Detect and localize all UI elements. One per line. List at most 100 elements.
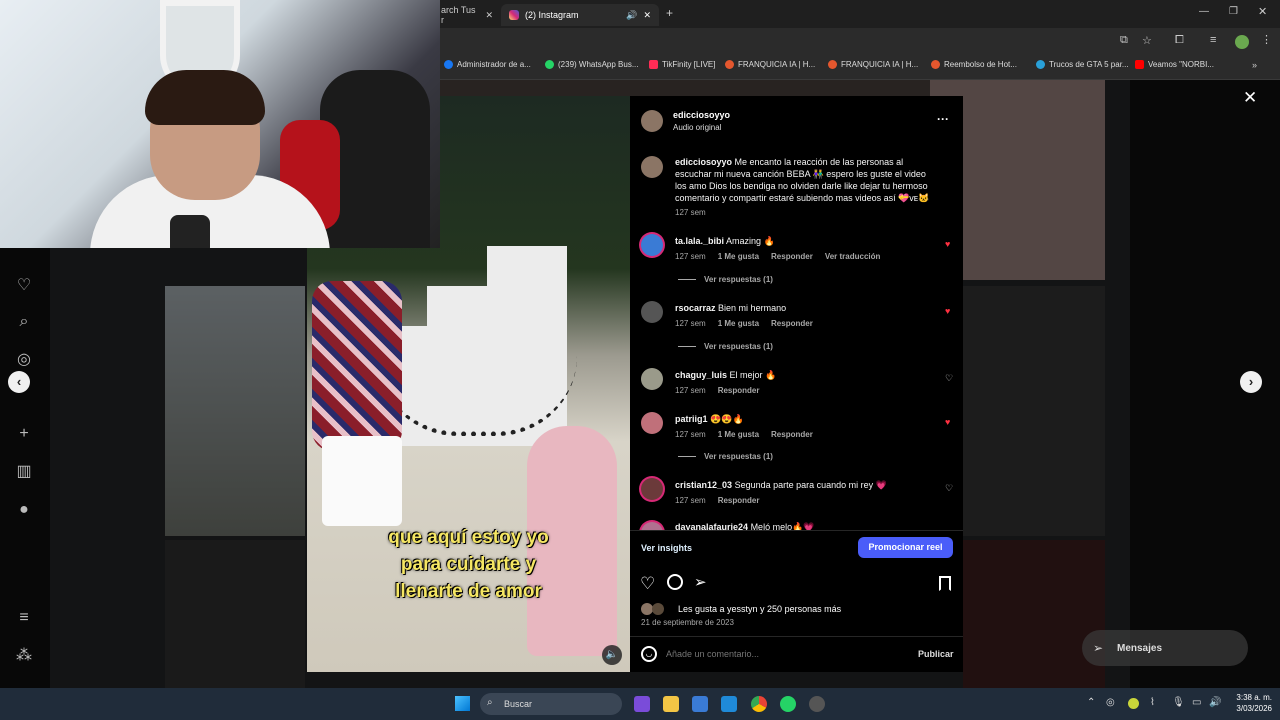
bookmark-item[interactable]: Reembolso de Hot... [931, 60, 1017, 69]
search-icon: ⌕ [487, 697, 493, 708]
next-arrow-icon[interactable]: › [1240, 371, 1262, 393]
bookmark-item[interactable]: FRANQUICIA IA | H... [828, 60, 918, 69]
comment-avatar[interactable] [641, 522, 663, 530]
tray-app-icon[interactable]: ◎ [1106, 697, 1115, 708]
comment-input[interactable] [666, 646, 896, 662]
reply-button[interactable]: Responder [771, 252, 813, 261]
audio-icon[interactable]: 🔊 [626, 10, 637, 21]
network-icon[interactable]: ⌇ [1150, 697, 1155, 708]
obs-icon[interactable] [809, 696, 825, 712]
bookmark-item[interactable]: TikFinity [LIVE] [649, 60, 716, 69]
volume-icon[interactable]: 🔊 [1209, 697, 1221, 708]
comment-like-heart-icon[interactable]: ♥ [945, 239, 950, 249]
bookmark-item[interactable]: Trucos de GTA 5 par... [1036, 60, 1129, 69]
tab-search[interactable]: arch Tus r ✕ [433, 4, 501, 26]
comment-like-heart-icon[interactable]: ♡ [945, 483, 953, 494]
comment-avatar[interactable] [641, 412, 663, 434]
system-clock[interactable]: 3:38 a. m. 3/03/2026 [1222, 692, 1272, 714]
comment-icon[interactable] [667, 574, 683, 590]
comment-like-heart-icon[interactable]: ♡ [945, 373, 953, 384]
comment-likes[interactable]: 1 Me gusta [718, 319, 759, 328]
comment-avatar[interactable] [641, 478, 663, 500]
comment-likes[interactable]: 1 Me gusta [718, 430, 759, 439]
bookmark-item[interactable]: Veamos "NORBI... [1135, 60, 1214, 69]
publish-button[interactable]: Publicar [918, 649, 954, 659]
tray-app-icon[interactable] [1128, 698, 1139, 709]
display-icon[interactable]: ▭ [1192, 697, 1201, 708]
window-close-icon[interactable]: ✕ [1258, 5, 1267, 18]
widgets-icon[interactable] [634, 696, 650, 712]
photos-icon[interactable] [721, 696, 737, 712]
bookmark-item[interactable]: (239) WhatsApp Bus... [545, 60, 638, 69]
caption-username[interactable]: edicciosoyyo [675, 157, 732, 167]
comment-avatar[interactable] [641, 301, 663, 323]
previous-arrow-icon[interactable]: ‹ [8, 371, 30, 393]
file-explorer-icon[interactable] [663, 696, 679, 712]
author-username[interactable]: edicciosoyyo [673, 110, 730, 120]
profile-avatar-icon[interactable] [1235, 35, 1249, 49]
comment-avatar[interactable] [641, 234, 663, 256]
reply-button[interactable]: Responder [771, 430, 813, 439]
restore-icon[interactable]: ❐ [1229, 6, 1238, 17]
promote-reel-button[interactable]: Promocionar reel [858, 537, 953, 558]
comment-username[interactable]: patriig1 [675, 414, 708, 424]
bookmark-item[interactable]: Administrador de a... [444, 60, 531, 69]
audio-label[interactable]: Audio original [673, 123, 721, 132]
cast-icon[interactable]: ⧉ [1120, 34, 1128, 47]
extensions-icon[interactable]: ⧠ [1175, 34, 1184, 47]
more-bookmarks-icon[interactable]: » [1252, 60, 1257, 70]
translate-button[interactable]: Ver traducción [825, 252, 881, 261]
whatsapp-icon[interactable] [780, 696, 796, 712]
close-tab-icon[interactable]: ✕ [485, 10, 493, 21]
comment-like-heart-icon[interactable]: ♥ [945, 417, 950, 427]
emoji-icon[interactable]: ◡ [641, 646, 657, 662]
dashboard-icon[interactable]: ▥ [14, 462, 34, 482]
profile-avatar[interactable]: ● [14, 500, 34, 520]
browser-menu-icon[interactable]: ⋮ [1261, 33, 1272, 46]
reply-button[interactable]: Responder [771, 319, 813, 328]
taskbar-search[interactable]: Buscar [480, 693, 622, 715]
comment-username[interactable]: cristian12_03 [675, 480, 732, 490]
bookmark-item[interactable]: FRANQUICIA IA | H... [725, 60, 815, 69]
view-insights-link[interactable]: Ver insights [641, 543, 692, 553]
bookmark-star-icon[interactable]: ☆ [1142, 34, 1152, 47]
tray-expand-icon[interactable]: ⌃ [1087, 697, 1095, 708]
media-controls-icon[interactable]: ≡ [1210, 34, 1216, 46]
new-tab-icon[interactable]: + [666, 6, 673, 20]
minimize-icon[interactable]: — [1199, 6, 1209, 17]
reply-button[interactable]: Responder [718, 386, 760, 395]
caption-avatar[interactable] [641, 156, 663, 178]
comment-like-heart-icon[interactable]: ♥ [945, 306, 950, 316]
reply-button[interactable]: Responder [718, 496, 760, 505]
comment-username[interactable]: rsocarraz [675, 303, 716, 313]
explore-icon[interactable]: ◎ [14, 350, 34, 370]
view-replies-button[interactable]: Ver respuestas (1) [678, 342, 773, 351]
share-icon[interactable]: ➢ [694, 573, 707, 591]
microphone-icon[interactable]: 🎙 [1172, 697, 1185, 708]
tab-instagram[interactable]: (2) Instagram 🔊 ✕ [501, 4, 659, 26]
instagram-icon [509, 10, 519, 20]
comment-username[interactable]: chaguy_luis [675, 370, 727, 380]
chrome-icon[interactable] [751, 696, 767, 712]
messages-button[interactable]: Mensajes [1082, 630, 1248, 666]
mute-icon[interactable]: 🔈 [602, 645, 622, 665]
menu-icon[interactable]: ≡ [14, 608, 34, 628]
comment-username[interactable]: ta.lala._bibi [675, 236, 724, 246]
view-replies-button[interactable]: Ver respuestas (1) [678, 452, 773, 461]
comment-username[interactable]: dayanalafaurie24 [675, 522, 748, 530]
like-icon[interactable]: ♡ [640, 574, 655, 594]
notifications-icon[interactable]: ♡ [14, 276, 34, 296]
author-avatar[interactable] [641, 110, 663, 132]
threads-icon[interactable]: ⁂ [14, 646, 34, 666]
comment-likes[interactable]: 1 Me gusta [718, 252, 759, 261]
comment-avatar[interactable] [641, 368, 663, 390]
search-icon[interactable]: ⌕ [14, 312, 34, 332]
close-tab-icon[interactable]: ✕ [643, 10, 651, 21]
windows-start-icon[interactable] [455, 696, 470, 711]
store-icon[interactable] [692, 696, 708, 712]
view-replies-button[interactable]: Ver respuestas (1) [678, 275, 773, 284]
more-options-icon[interactable]: ··· [937, 112, 949, 126]
close-icon[interactable]: ✕ [1243, 88, 1257, 108]
create-icon[interactable]: + [14, 424, 34, 444]
likes-summary[interactable]: Les gusta a yesstyn y 250 personas más [678, 604, 841, 614]
